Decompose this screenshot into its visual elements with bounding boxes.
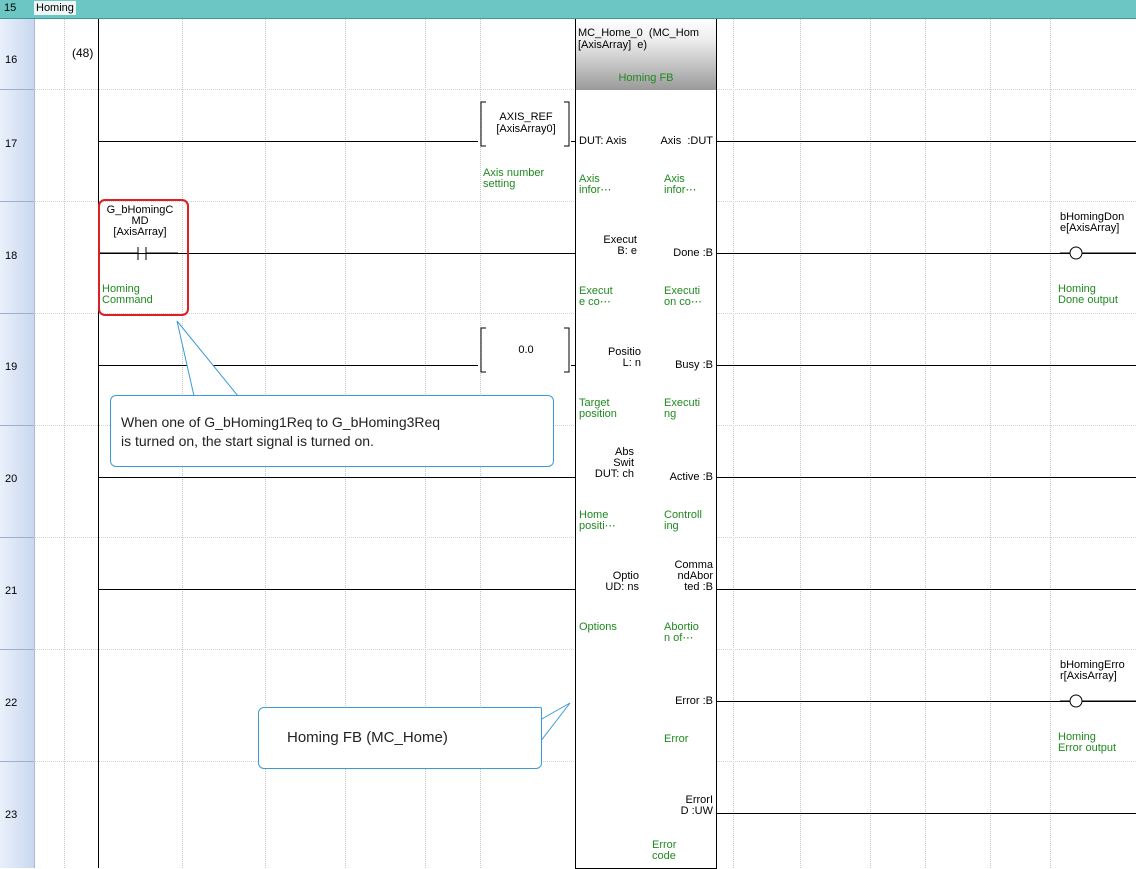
- row-number[interactable]: 23: [5, 809, 17, 821]
- start-signal-callout-text: When one of G_bHoming1Req to G_bHoming3R…: [121, 414, 441, 449]
- wire: [715, 141, 1136, 142]
- fb-pin-error[interactable]: Error :B: [675, 696, 713, 707]
- fb-pin-execute[interactable]: Execut B: e: [579, 235, 637, 257]
- fb-pin-cmdaborted[interactable]: Comma ndAbor ted :B: [674, 560, 713, 593]
- fb-pin-comment: Options: [579, 621, 617, 633]
- coil-done-comment: Homing Done output: [1058, 283, 1118, 306]
- wire: [98, 141, 478, 142]
- coil-error-symbol[interactable]: [1060, 692, 1136, 712]
- row-number[interactable]: 22: [5, 697, 17, 709]
- row-number[interactable]: 17: [5, 138, 17, 150]
- fb-instance-name: MC_Home_0 (MC_Hom: [578, 27, 700, 39]
- fb-pin-busy[interactable]: Busy :B: [675, 360, 713, 371]
- homing-fb-callout-text: Homing FB (MC_Home): [287, 729, 448, 746]
- fb-pin-axis-out[interactable]: Axis :DUT: [660, 136, 713, 147]
- axis-constant-name[interactable]: AXIS_REF: [478, 112, 574, 123]
- fb-pin-comment: Target position: [579, 397, 617, 420]
- fb-pin-comment: Home positi⋯: [579, 509, 616, 532]
- row-number[interactable]: 20: [5, 473, 17, 485]
- row-number-strip: 16 17 18 19 20 21 22 23: [0, 19, 35, 868]
- fb-pin-comment: Executi ng: [664, 397, 701, 420]
- axis-constant-comment: Axis number setting: [483, 167, 545, 190]
- row-number[interactable]: 19: [5, 361, 17, 373]
- section-header: 15 Homing: [0, 0, 1136, 19]
- fb-pin-comment: Controll ing: [664, 509, 702, 532]
- fb-pin-active[interactable]: Active :B: [670, 472, 713, 483]
- fb-pin-done[interactable]: Done :B: [673, 248, 713, 259]
- axis-constant-index[interactable]: [AxisArray0]: [478, 124, 574, 135]
- homing-fb-callout: Homing FB (MC_Home): [258, 707, 542, 769]
- fb-pin-comment: Abortio n of⋯: [664, 621, 699, 644]
- step-number: (48): [72, 46, 94, 60]
- fb-pin-position[interactable]: Positio L: n: [579, 347, 641, 369]
- fb-pin-comment: Error code: [652, 839, 677, 862]
- coil-error-comment: Homing Error output: [1058, 731, 1117, 754]
- fb-pin-axis-in[interactable]: DUT: Axis: [579, 136, 627, 147]
- position-constant-value[interactable]: 0.0: [478, 345, 574, 356]
- fb-pin-absswitch[interactable]: Abs Swit DUT: ch: [579, 447, 634, 480]
- coil-done-label[interactable]: bHomingDon e[AxisArray]: [1060, 212, 1124, 234]
- homing-function-block[interactable]: MC_Home_0 (MC_Hom [AxisArray] e) Homing …: [575, 19, 717, 869]
- section-row-number: 15: [4, 2, 17, 14]
- wire: [715, 365, 1136, 366]
- wire: [715, 477, 1136, 478]
- left-power-rail: [98, 19, 99, 868]
- row-number[interactable]: 18: [5, 250, 17, 262]
- fb-pin-comment: Execut e co⋯: [579, 285, 613, 308]
- wire: [715, 813, 1136, 814]
- wire: [715, 589, 1136, 590]
- row-number[interactable]: 21: [5, 585, 17, 597]
- section-title[interactable]: Homing: [34, 1, 76, 15]
- fb-pin-comment: Executi on co⋯: [664, 285, 702, 308]
- fb-pin-comment: Axis infor⋯: [664, 173, 697, 196]
- wire: [98, 477, 575, 478]
- contact-highlight-box: [98, 199, 189, 316]
- fb-type-label: Homing FB: [618, 72, 674, 84]
- fb-pin-comment: Error: [664, 733, 689, 745]
- fb-pin-errorid[interactable]: ErrorI D :UW: [681, 795, 713, 817]
- row-number[interactable]: 16: [5, 54, 17, 66]
- coil-error-label[interactable]: bHomingErro r[AxisArray]: [1060, 660, 1125, 682]
- coil-done-symbol[interactable]: [1060, 244, 1136, 264]
- fb-instance-array: [AxisArray] e): [578, 39, 648, 51]
- fb-pin-comment: Axis infor⋯: [579, 173, 612, 196]
- start-signal-callout: When one of G_bHoming1Req to G_bHoming3R…: [110, 395, 554, 467]
- callout-tail-start: [176, 320, 240, 398]
- wire: [98, 589, 575, 590]
- fb-pin-options[interactable]: Optio UD: ns: [579, 571, 639, 593]
